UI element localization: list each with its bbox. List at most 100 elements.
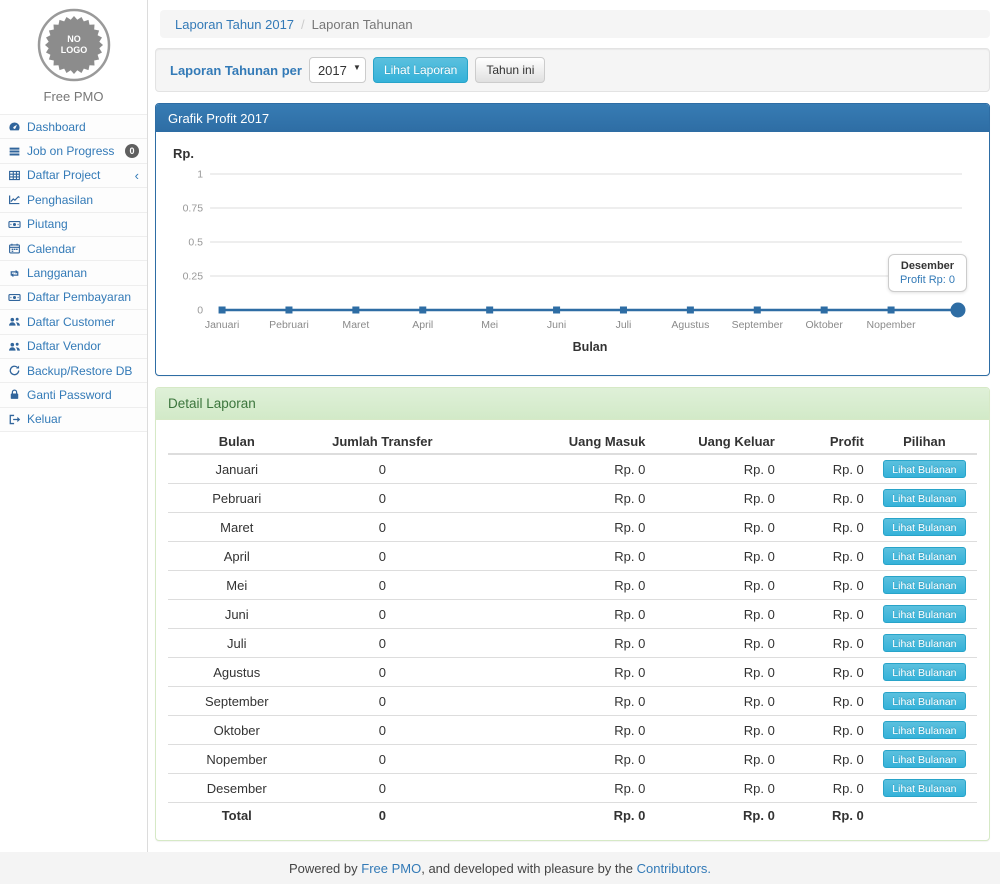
sidebar-item-calendar[interactable]: Calendar (0, 237, 147, 261)
view-monthly-button-juni[interactable]: Lihat Bulanan (883, 605, 965, 623)
table-row-juli: Juli0Rp. 0Rp. 0Rp. 0Lihat Bulanan (168, 629, 977, 658)
cell-uang-keluar: Rp. 0 (653, 600, 782, 629)
svg-text:Maret: Maret (342, 319, 369, 331)
cell-uang-keluar: Rp. 0 (653, 454, 782, 484)
total-uang-keluar: Rp. 0 (653, 803, 782, 829)
svg-text:Pebruari: Pebruari (269, 319, 309, 331)
view-monthly-button-agustus[interactable]: Lihat Bulanan (883, 663, 965, 681)
cell-uang-masuk: Rp. 0 (459, 687, 653, 716)
cell-bulan: Mei (168, 571, 306, 600)
svg-text:0.75: 0.75 (183, 203, 204, 215)
users-icon (8, 315, 22, 328)
year-select[interactable]: 2017 (309, 57, 366, 83)
footer-text-prefix: Powered by (289, 861, 358, 876)
chart-point-juli[interactable] (620, 307, 627, 314)
cell-profit: Rp. 0 (783, 716, 872, 745)
sidebar-item-keluar[interactable]: Keluar (0, 408, 147, 432)
view-monthly-button-april[interactable]: Lihat Bulanan (883, 547, 965, 565)
chart-point-pebruari[interactable] (285, 307, 292, 314)
chart-point-april[interactable] (419, 307, 426, 314)
cell-uang-masuk: Rp. 0 (459, 571, 653, 600)
cell-jumlah-transfer: 0 (306, 513, 460, 542)
sidebar-item-piutang[interactable]: Piutang (0, 213, 147, 237)
svg-text:Januari: Januari (205, 319, 239, 331)
retweet-icon (8, 267, 22, 280)
this-year-button[interactable]: Tahun ini (475, 57, 545, 83)
table-row-maret: Maret0Rp. 0Rp. 0Rp. 0Lihat Bulanan (168, 513, 977, 542)
money-icon (8, 218, 22, 231)
chart-point-agustus[interactable] (687, 307, 694, 314)
chart-point-nopember[interactable] (888, 307, 895, 314)
chart-point-oktober[interactable] (821, 307, 828, 314)
chart-point-januari[interactable] (219, 307, 226, 314)
sidebar-item-daftar-project[interactable]: Daftar Project‹ (0, 164, 147, 188)
footer-contributors-link[interactable]: Contributors. (637, 861, 711, 876)
cell-uang-keluar: Rp. 0 (653, 658, 782, 687)
sidebar-item-job-on-progress[interactable]: Job on Progress0 (0, 139, 147, 163)
sidebar-item-backup-restore-db[interactable]: Backup/Restore DB (0, 359, 147, 383)
view-monthly-button-juli[interactable]: Lihat Bulanan (883, 634, 965, 652)
cell-uang-keluar: Rp. 0 (653, 687, 782, 716)
cell-bulan: Januari (168, 454, 306, 484)
cell-pilihan: Lihat Bulanan (872, 774, 977, 803)
table-icon (8, 169, 22, 182)
sidebar-menu: DashboardJob on Progress0Daftar Project‹… (0, 114, 147, 432)
cell-profit: Rp. 0 (783, 658, 872, 687)
total-label: Total (168, 803, 306, 829)
col-header-jumlah-transfer: Jumlah Transfer (306, 430, 460, 454)
view-monthly-button-mei[interactable]: Lihat Bulanan (883, 576, 965, 594)
chart-point-juni[interactable] (553, 307, 560, 314)
total-uang-masuk: Rp. 0 (459, 803, 653, 829)
sidebar: NOLOGO Free PMO DashboardJob on Progress… (0, 0, 148, 852)
breadcrumb-link[interactable]: Laporan Tahun 2017 (175, 17, 294, 32)
cell-profit: Rp. 0 (783, 687, 872, 716)
view-monthly-button-maret[interactable]: Lihat Bulanan (883, 518, 965, 536)
total-empty-cell (872, 803, 977, 829)
table-row-agustus: Agustus0Rp. 0Rp. 0Rp. 0Lihat Bulanan (168, 658, 977, 687)
total-profit: Rp. 0 (783, 803, 872, 829)
svg-text:Bulan: Bulan (573, 340, 608, 354)
chart-point-maret[interactable] (352, 307, 359, 314)
chart-point-mei[interactable] (486, 307, 493, 314)
table-row-april: April0Rp. 0Rp. 0Rp. 0Lihat Bulanan (168, 542, 977, 571)
svg-text:Nopember: Nopember (867, 319, 917, 331)
sidebar-item-daftar-customer[interactable]: Daftar Customer (0, 310, 147, 334)
view-monthly-button-desember[interactable]: Lihat Bulanan (883, 779, 965, 797)
sidebar-item-penghasilan[interactable]: Penghasilan (0, 188, 147, 212)
tasks-icon (8, 145, 22, 158)
table-row-desember: Desember0Rp. 0Rp. 0Rp. 0Lihat Bulanan (168, 774, 977, 803)
svg-text:NO: NO (67, 34, 81, 44)
view-monthly-button-september[interactable]: Lihat Bulanan (883, 692, 965, 710)
tooltip-value: Profit Rp: 0 (900, 274, 955, 286)
sidebar-item-langganan[interactable]: Langganan (0, 261, 147, 285)
sidebar-item-label: Daftar Vendor (27, 339, 101, 353)
sidebar-item-ganti-password[interactable]: Ganti Password (0, 383, 147, 407)
profit-line-chart[interactable]: Rp.00.250.50.751JanuariPebruariMaretApri… (168, 142, 977, 363)
view-monthly-button-januari[interactable]: Lihat Bulanan (883, 460, 965, 478)
breadcrumb-separator: / (294, 17, 312, 32)
cell-jumlah-transfer: 0 (306, 658, 460, 687)
cell-uang-masuk: Rp. 0 (459, 600, 653, 629)
cell-uang-masuk: Rp. 0 (459, 513, 653, 542)
view-monthly-button-oktober[interactable]: Lihat Bulanan (883, 721, 965, 739)
sidebar-item-label: Daftar Pembayaran (27, 290, 131, 304)
view-monthly-button-nopember[interactable]: Lihat Bulanan (883, 750, 965, 768)
col-header-pilihan: Pilihan (872, 430, 977, 454)
view-monthly-button-pebruari[interactable]: Lihat Bulanan (883, 489, 965, 507)
chart-point-september[interactable] (754, 307, 761, 314)
cell-pilihan: Lihat Bulanan (872, 658, 977, 687)
sidebar-item-dashboard[interactable]: Dashboard (0, 115, 147, 139)
cell-uang-keluar: Rp. 0 (653, 542, 782, 571)
chart-point-desember[interactable] (950, 303, 965, 318)
cell-profit: Rp. 0 (783, 454, 872, 484)
cell-jumlah-transfer: 0 (306, 542, 460, 571)
calendar-icon (8, 242, 22, 255)
svg-text:1: 1 (197, 169, 203, 181)
footer-brand-link[interactable]: Free PMO (361, 861, 421, 876)
sidebar-item-daftar-pembayaran[interactable]: Daftar Pembayaran (0, 286, 147, 310)
view-report-button[interactable]: Lihat Laporan (373, 57, 468, 83)
sidebar-item-daftar-vendor[interactable]: Daftar Vendor (0, 335, 147, 359)
cell-jumlah-transfer: 0 (306, 571, 460, 600)
year-select-wrap: 2017 ▼ (309, 57, 366, 83)
table-row-juni: Juni0Rp. 0Rp. 0Rp. 0Lihat Bulanan (168, 600, 977, 629)
